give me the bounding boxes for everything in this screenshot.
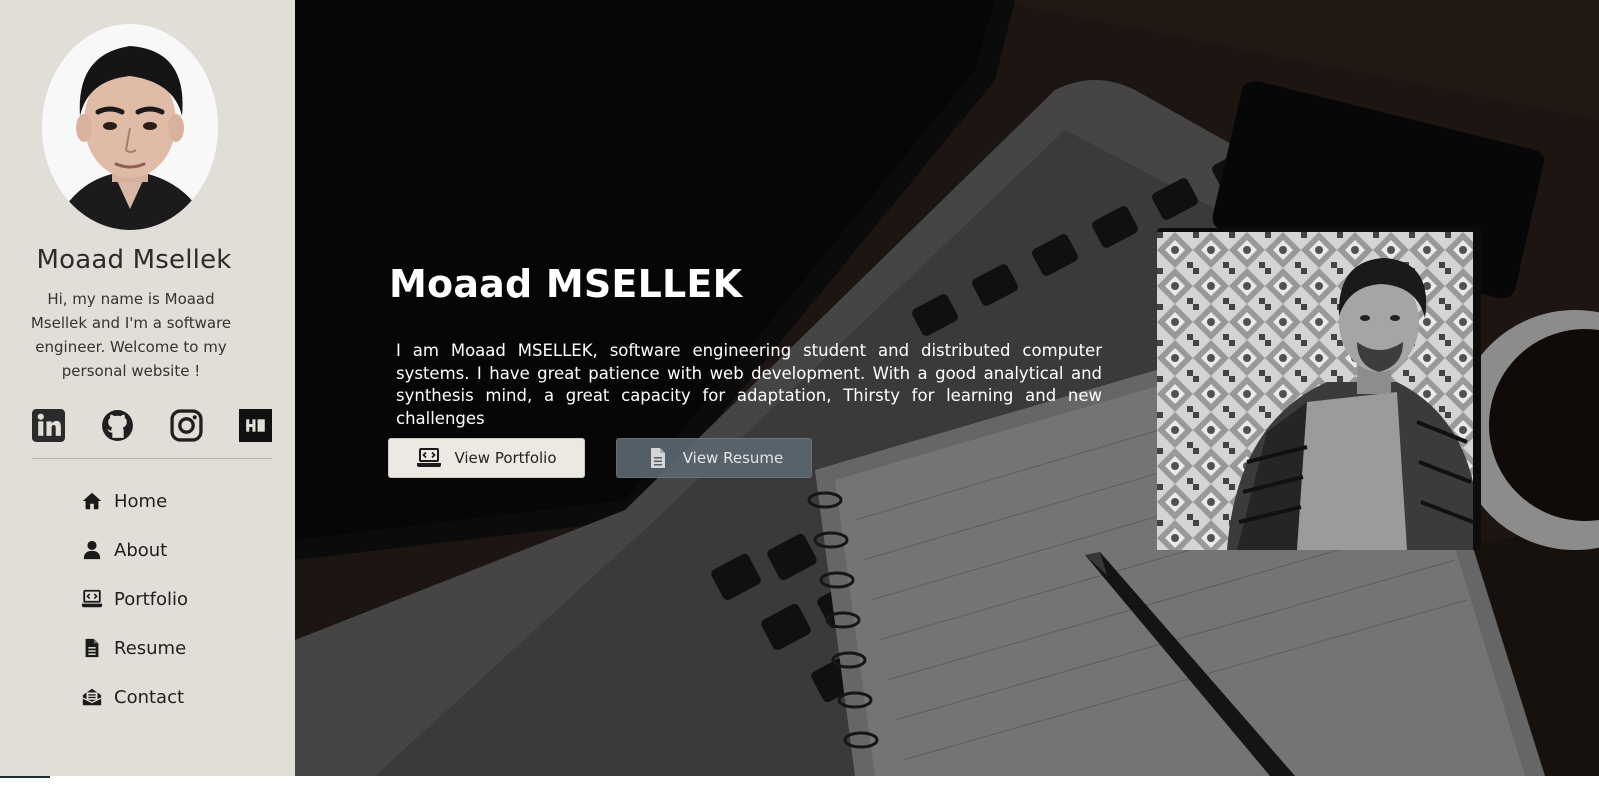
nav-item-portfolio[interactable]: Portfolio [80, 584, 188, 614]
view-portfolio-button[interactable]: View Portfolio [388, 438, 585, 478]
file-icon [80, 636, 104, 660]
nav-item-home[interactable]: Home [80, 486, 167, 516]
sidebar-divider [32, 458, 272, 459]
envelope-open-icon [80, 685, 104, 709]
nav-item-resume[interactable]: Resume [80, 633, 186, 663]
profile-photo [1157, 232, 1473, 550]
hero-title: Moaad MSELLEK [389, 262, 743, 306]
nav-label-contact: Contact [114, 686, 185, 708]
user-icon [80, 538, 104, 562]
laptop-code-icon [80, 587, 104, 611]
hero-section: Moaad MSELLEK I am Moaad MSELLEK, softwa… [295, 0, 1599, 776]
hackerrank-icon [239, 409, 272, 442]
file-icon [650, 448, 665, 468]
github-icon [102, 410, 133, 441]
view-resume-button[interactable]: View Resume [616, 438, 812, 478]
sidebar-intro: Hi, my name is Moaad Msellek and I'm a s… [30, 290, 232, 380]
view-resume-label: View Resume [682, 449, 784, 467]
profile-avatar [42, 24, 218, 230]
nav-label-home: Home [114, 490, 168, 512]
home-icon [80, 489, 104, 513]
sidebar: Moaad Msellek Hi, my name is Moaad Msell… [0, 0, 295, 776]
profile-photo-image [1157, 232, 1473, 550]
hero-description: I am Moaad MSELLEK, software engineering… [396, 341, 1102, 428]
instagram-icon [170, 409, 203, 442]
hackerrank-link[interactable] [239, 409, 272, 442]
nav-label-about: About [114, 539, 168, 561]
laptop-code-icon [417, 448, 442, 467]
linkedin-link[interactable] [32, 409, 65, 442]
instagram-link[interactable] [170, 409, 203, 442]
social-links [32, 409, 272, 443]
github-link[interactable] [101, 409, 134, 442]
nav-label-resume: Resume [114, 637, 187, 659]
sidebar-name: Moaad Msellek [36, 245, 232, 275]
nav-item-about[interactable]: About [80, 535, 167, 565]
bottom-accent-line [0, 776, 50, 778]
nav-label-portfolio: Portfolio [114, 588, 189, 610]
linkedin-icon [32, 409, 65, 442]
avatar-portrait [42, 24, 218, 230]
view-portfolio-label: View Portfolio [454, 449, 557, 467]
nav-item-contact[interactable]: Contact [80, 682, 184, 712]
page-bottom-strip [0, 776, 1599, 791]
